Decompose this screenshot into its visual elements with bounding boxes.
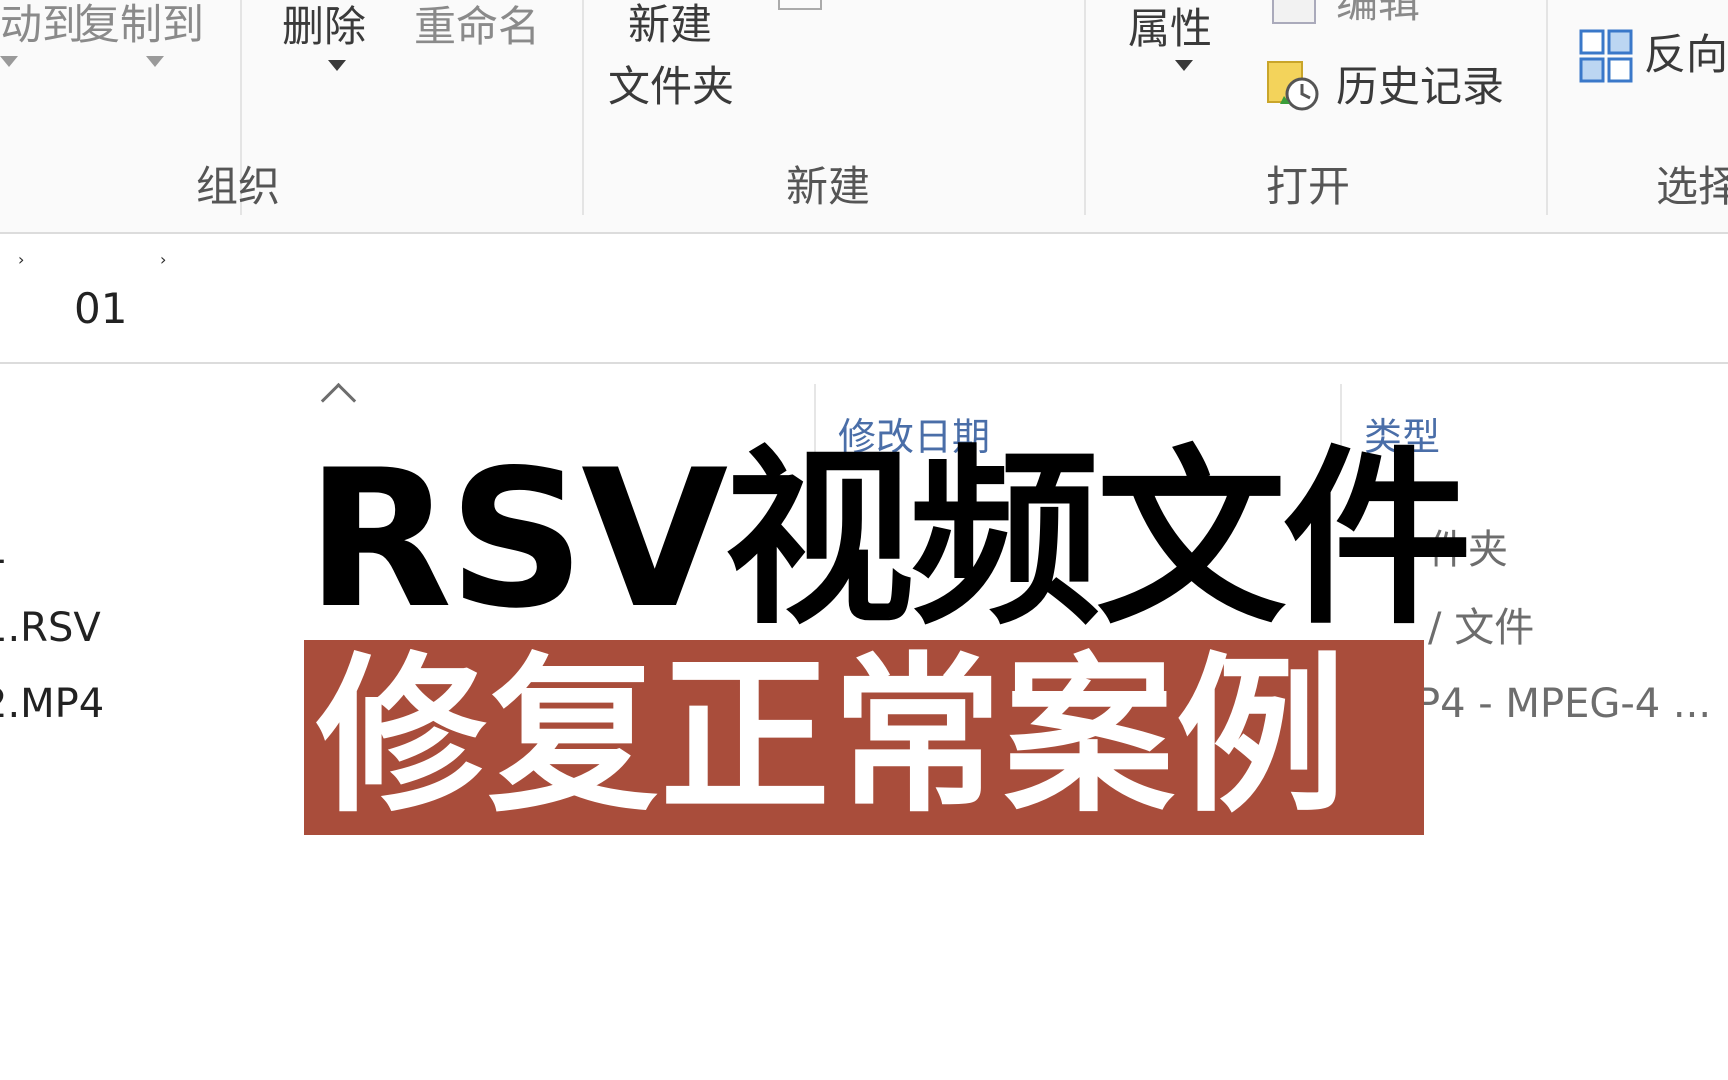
edit-button[interactable]: 编辑 <box>1336 0 1420 24</box>
overlay-title: RSV视频文件 <box>306 429 1472 650</box>
group-label-open: 打开 <box>1266 162 1351 211</box>
history-button[interactable]: 历史记录 <box>1336 66 1504 108</box>
rename-button[interactable]: 重命名 <box>414 6 540 48</box>
new-folder-button-line2[interactable]: 文件夹 <box>608 66 734 108</box>
ribbon-divider <box>582 0 584 215</box>
properties-button[interactable]: 属性 <box>1128 8 1212 50</box>
sort-ascending-icon <box>320 382 357 419</box>
address-bar[interactable] <box>0 250 1728 364</box>
move-to-button[interactable]: 动到 <box>0 4 84 46</box>
breadcrumb-chevron-icon[interactable]: › <box>160 250 166 269</box>
overlay-subtitle: 修复正常案例 <box>316 638 1349 836</box>
group-label-new: 新建 <box>786 162 871 211</box>
invert-selection-button[interactable]: 反向 <box>1644 34 1728 76</box>
new-folder-button-line1[interactable]: 新建 <box>628 4 712 46</box>
chevron-down-icon <box>1175 60 1193 71</box>
history-icon <box>1266 60 1322 112</box>
invert-selection-icon <box>1578 28 1634 84</box>
chevron-down-icon <box>0 56 18 67</box>
edit-icon <box>1272 0 1316 24</box>
ribbon: 动到 复制到 删除 重命名 组织 新建 文件夹 新建 属性 编辑 历史记录 打开… <box>0 0 1728 234</box>
copy-to-button[interactable]: 复制到 <box>78 4 204 46</box>
ribbon-divider <box>1546 0 1548 215</box>
chevron-down-icon <box>328 60 346 71</box>
file-name[interactable]: 2.MP4 <box>0 684 104 724</box>
breadcrumb-chevron-icon[interactable]: › <box>18 250 24 269</box>
file-name[interactable]: 1 <box>0 530 7 570</box>
breadcrumb-segment[interactable]: 01 <box>74 288 127 330</box>
file-name[interactable]: 1.RSV <box>0 608 101 648</box>
group-label-select: 选择 <box>1656 162 1728 211</box>
new-item-icon[interactable] <box>778 0 822 10</box>
file-type: P4 - MPEG-4 ... <box>1416 681 1712 727</box>
ribbon-divider <box>1084 0 1086 215</box>
chevron-down-icon <box>146 56 164 67</box>
delete-button[interactable]: 删除 <box>282 6 366 48</box>
group-label-organize: 组织 <box>196 162 281 211</box>
